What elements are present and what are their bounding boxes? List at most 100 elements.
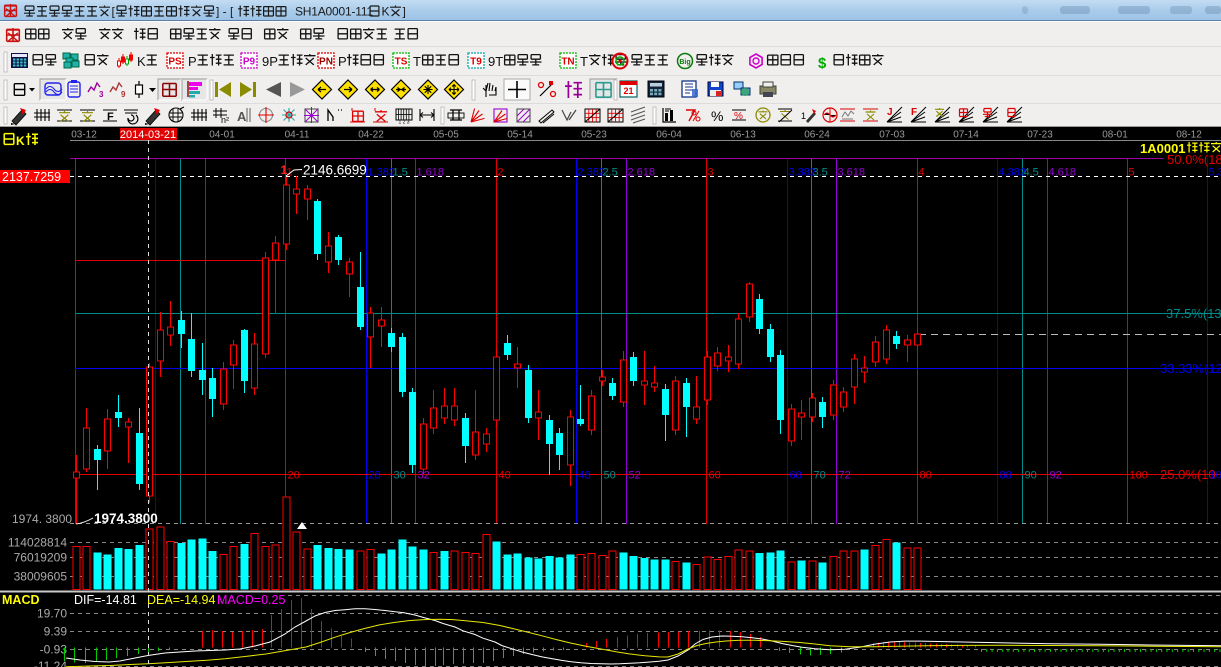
svg-text:72: 72 [839,470,851,482]
svg-text:04-01: 04-01 [209,130,235,141]
svg-text:1974. 3800: 1974. 3800 [12,512,72,526]
svg-text:1.618: 1.618 [417,167,445,179]
svg-text:1 2 3: 1 2 3 [398,120,409,126]
svg-text:K: K [382,5,390,19]
svg-text:25.0%(10: 25.0%(10 [1160,467,1216,482]
svg-text:1: 1 [281,163,288,177]
svg-text:$: $ [818,55,827,72]
svg-text:TN: TN [561,57,574,68]
svg-text:DIF=-14.81: DIF=-14.81 [74,593,137,607]
svg-text:04-11: 04-11 [285,130,310,141]
svg-text:n²: n² [221,115,229,125]
svg-text:100: 100 [1130,470,1148,482]
svg-text:MACD: MACD [2,593,40,607]
svg-text:1: 1 [287,167,293,179]
svg-text:2.382: 2.382 [578,167,606,179]
svg-text:50: 50 [604,470,616,482]
svg-text:P9: P9 [243,57,256,68]
svg-text:5: 5 [1129,167,1135,179]
svg-text:] - [: ] - [ [216,5,234,19]
svg-text:48: 48 [579,470,591,482]
svg-text:30: 30 [394,470,406,482]
svg-text:SH1A0001-111: SH1A0001-111 [295,5,373,19]
svg-text:06-24: 06-24 [804,130,830,141]
svg-text:08-12: 08-12 [1176,130,1202,141]
svg-text:9: 9 [121,90,126,99]
svg-text:88: 88 [1000,470,1012,482]
svg-text:PN: PN [319,57,333,68]
svg-text:2014-03-21: 2014-03-21 [120,129,176,141]
svg-text:05-05: 05-05 [433,130,459,141]
svg-text:2137.7259: 2137.7259 [2,170,61,184]
svg-text:DEA=-14.94: DEA=-14.94 [147,593,215,607]
svg-text:3.618: 3.618 [838,167,866,179]
svg-text:PS: PS [168,57,182,68]
svg-text:37.5%(13: 37.5%(13 [1166,306,1221,321]
svg-text:76019209: 76019209 [14,551,68,565]
svg-text:1.382: 1.382 [368,167,396,179]
svg-text:-0.93: -0.93 [40,643,68,657]
svg-text:Big: Big [679,59,690,66]
svg-text:5.382: 5.382 [1209,167,1221,179]
svg-text:F: F [107,111,114,123]
svg-text:3: 3 [99,90,104,99]
svg-text:K: K [16,134,25,148]
svg-text:%: % [734,111,743,122]
svg-text:28: 28 [369,470,381,482]
svg-text:38009605: 38009605 [14,570,68,584]
svg-text:4.382: 4.382 [999,167,1027,179]
svg-text:50.0%(18: 50.0%(18 [1167,152,1221,167]
svg-text:P: P [188,54,197,69]
svg-text:07-23: 07-23 [1027,130,1053,141]
svg-text:P: P [338,54,347,69]
svg-text:21: 21 [623,86,633,96]
svg-text:4.5: 4.5 [1024,167,1039,179]
svg-text:J: J [887,107,893,118]
svg-text:1: 1 [801,111,806,121]
svg-text:90: 90 [1025,470,1037,482]
svg-text:TS: TS [395,57,408,68]
svg-text:80: 80 [920,470,932,482]
svg-text:68: 68 [790,470,802,482]
svg-text:2.618: 2.618 [628,167,656,179]
svg-text:9T: 9T [488,54,503,69]
svg-text:70: 70 [814,470,826,482]
svg-text:K: K [137,54,146,69]
svg-text:]: ] [403,5,406,19]
svg-text:92: 92 [1050,470,1062,482]
svg-text:2.5: 2.5 [603,167,618,179]
svg-text:A: A [237,109,247,124]
svg-text:9P: 9P [262,54,278,69]
svg-text:2: 2 [498,167,504,179]
svg-text:T: T [413,54,421,69]
svg-text:9.39: 9.39 [44,625,68,639]
svg-text:1.5: 1.5 [393,167,408,179]
svg-text:-11.24: -11.24 [34,659,67,667]
svg-text:F: F [911,107,917,118]
svg-text:07-03: 07-03 [879,130,905,141]
svg-text:07-14: 07-14 [953,130,979,141]
svg-text:08-01: 08-01 [1102,130,1128,141]
svg-text:2146.6699: 2146.6699 [303,163,367,178]
svg-text:06-04: 06-04 [656,130,682,141]
svg-text:03-12: 03-12 [71,130,97,141]
svg-text:33.33%(12: 33.33%(12 [1160,361,1221,376]
svg-text:114028814: 114028814 [8,536,68,550]
svg-text:3: 3 [708,167,714,179]
svg-text:MACD=0.25: MACD=0.25 [217,593,285,607]
svg-text:05-14: 05-14 [507,130,533,141]
svg-text:T9: T9 [470,57,482,68]
svg-text:4: 4 [919,167,925,179]
svg-text:3.5: 3.5 [813,167,828,179]
svg-text:%: % [711,108,723,124]
svg-text:06-13: 06-13 [730,130,756,141]
svg-text:4.618: 4.618 [1049,167,1077,179]
svg-text:T: T [580,54,588,69]
svg-text:60: 60 [709,470,721,482]
svg-text:04-22: 04-22 [358,130,384,141]
svg-text:19.70: 19.70 [37,607,67,621]
svg-text:05-23: 05-23 [581,130,607,141]
svg-text:20: 20 [288,470,300,482]
svg-text:108: 108 [1210,470,1221,482]
svg-text:40: 40 [499,470,511,482]
